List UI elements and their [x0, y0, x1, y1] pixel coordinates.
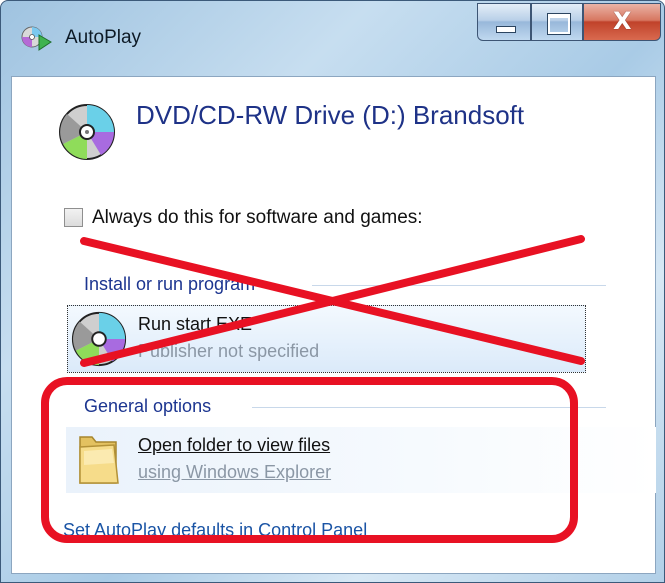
always-checkbox[interactable] [64, 208, 83, 227]
autoplay-defaults-link[interactable]: Set AutoPlay defaults in Control Panel [63, 520, 367, 541]
always-checkbox-label[interactable]: Always do this for software and games: [92, 207, 423, 229]
option-title: Open folder to view files [138, 435, 331, 455]
disc-icon [59, 104, 115, 160]
disc-icon [71, 311, 127, 367]
window-title: AutoPlay [65, 27, 142, 48]
option-subtitle: Publisher not specified [138, 341, 320, 361]
dialog-content: DVD/CD-RW Drive (D:) Brandsoft Always do… [11, 76, 656, 574]
general-section-title: General options [84, 396, 220, 417]
close-icon: X [613, 7, 632, 35]
autoplay-icon [21, 26, 52, 51]
maximize-icon [547, 13, 571, 35]
option-subtitle: using Windows Explorer [138, 462, 332, 482]
close-button[interactable]: X [583, 3, 661, 41]
run-program-option[interactable]: Run start.EXE Publisher not specified [67, 305, 586, 373]
autoplay-window: AutoPlay X DVD/CD-RW Drive (D:) Brandsof… [0, 0, 665, 583]
folder-icon [79, 436, 119, 484]
device-title: DVD/CD-RW Drive (D:) Brandsoft [136, 100, 525, 130]
maximize-button[interactable] [531, 3, 583, 41]
title-bar: AutoPlay X [1, 1, 664, 76]
install-section-title: Install or run program [84, 274, 264, 295]
minimize-button[interactable] [477, 3, 531, 41]
open-folder-option[interactable]: Open folder to view files using Windows … [66, 427, 656, 493]
general-section-divider [252, 407, 606, 408]
option-title: Run start.EXE [138, 314, 253, 334]
install-section-divider [312, 285, 606, 286]
minimize-icon [496, 26, 516, 33]
